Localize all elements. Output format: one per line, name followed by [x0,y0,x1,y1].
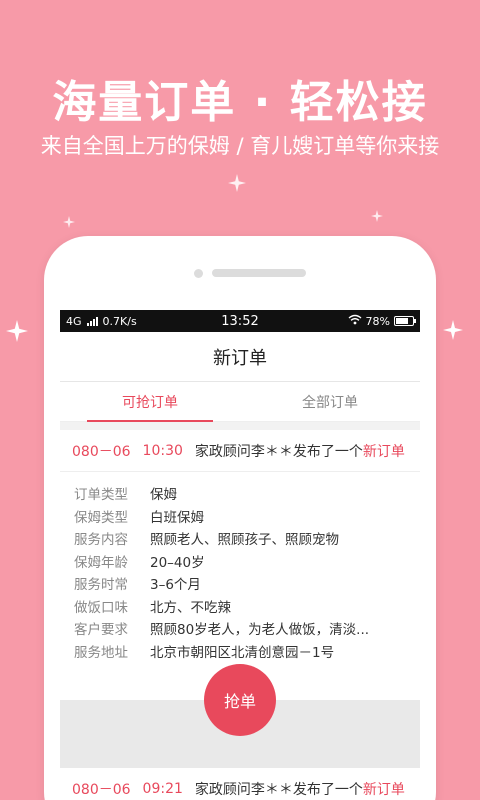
detail-label: 保姆年龄 [74,554,128,571]
sparkle-icon [228,174,246,192]
order-header: 080－06 09:21 家政顾问李＊＊发布了一个 新订单 [60,768,420,800]
detail-row: 订单类型 保姆 [74,484,408,507]
phone-frame: 4G 0.7K/s 13:52 78% 新订单 可抢订单 全部订单 080－06… [44,236,436,800]
sparkle-icon [63,216,75,228]
order-header: 080－06 10:30 家政顾问李＊＊发布了一个 新订单 [60,430,420,472]
promo-title: 海量订单 · 轻松接 [52,77,428,128]
detail-row: 服务内容 照顾老人、照顾孩子、照顾宠物 [74,529,408,552]
sparkle-icon [443,320,463,340]
detail-row: 保姆类型 白班保姆 [74,507,408,530]
tab-bar: 可抢订单 全部订单 [60,382,420,422]
detail-label: 做饭口味 [74,599,128,616]
battery-percent: 78% [365,314,390,328]
sparkle-icon [371,210,383,222]
detail-value: 北方、不吃辣 [150,599,231,616]
detail-row: 做饭口味 北方、不吃辣 [74,597,408,620]
order-new-tag: 新订单 [362,782,405,798]
detail-value: 照顾80岁老人，为老人做饭，清淡... [150,622,370,638]
detail-row: 保姆年龄 20–40岁 [74,552,408,575]
order-message: 家政顾问李＊＊发布了一个 [194,782,363,798]
detail-label: 服务时常 [74,577,128,593]
order-message: 家政顾问李＊＊发布了一个 [194,443,363,460]
phone-camera [194,269,203,278]
detail-value: 3–6个月 [150,577,201,593]
order-card-footer: 抢单 [60,664,420,768]
order-new-tag: 新订单 [362,443,405,460]
order-date: 080－06 [72,782,131,798]
section-gap [60,422,420,430]
phone-speaker [212,269,306,277]
detail-label: 服务地址 [74,644,128,661]
status-bar: 4G 0.7K/s 13:52 78% [60,310,420,332]
detail-label: 订单类型 [74,487,128,503]
grab-order-button[interactable]: 抢单 [204,664,276,736]
network-speed: 0.7K/s [102,314,137,328]
page-title: 新订单 [213,347,267,369]
order-card[interactable]: 080－06 10:30 家政顾问李＊＊发布了一个 新订单 订单类型 保姆 保姆类… [60,430,420,768]
tab-all-orders[interactable]: 全部订单 [240,382,420,421]
detail-value: 北京市朝阳区北清创意园－1号 [150,644,335,661]
tab-available-orders[interactable]: 可抢订单 [60,382,240,422]
detail-row: 服务时常 3–6个月 [74,574,408,597]
promo-subtitle: 来自全国上万的保姆 / 育儿嫂订单等你来接 [40,134,440,158]
detail-row: 客户要求 照顾80岁老人，为老人做饭，清淡... [74,619,408,642]
signal-icon [86,316,98,326]
network-type: 4G [66,314,82,328]
order-card[interactable]: 080－06 09:21 家政顾问李＊＊发布了一个 新订单 [60,768,420,800]
detail-value: 20–40岁 [150,554,205,571]
app-header: 新订单 [60,332,420,382]
detail-value: 保姆 [150,487,177,503]
order-time: 09:21 [142,781,183,797]
detail-label: 客户要求 [74,622,128,638]
detail-row: 服务地址 北京市朝阳区北清创意园－1号 [74,642,408,665]
sparkle-icon [6,320,28,342]
detail-value: 照顾老人、照顾孩子、照顾宠物 [150,532,339,548]
order-time: 10:30 [142,442,183,459]
order-date: 080－06 [72,443,131,460]
detail-value: 白班保姆 [150,509,204,526]
detail-label: 保姆类型 [74,509,128,526]
wifi-icon [348,314,362,328]
battery-icon [394,316,416,326]
phone-screen: 4G 0.7K/s 13:52 78% 新订单 可抢订单 全部订单 080－06… [60,310,420,800]
order-details: 订单类型 保姆 保姆类型 白班保姆 服务内容 照顾老人、照顾孩子、照顾宠物 保姆… [60,472,420,664]
detail-label: 服务内容 [74,532,128,548]
